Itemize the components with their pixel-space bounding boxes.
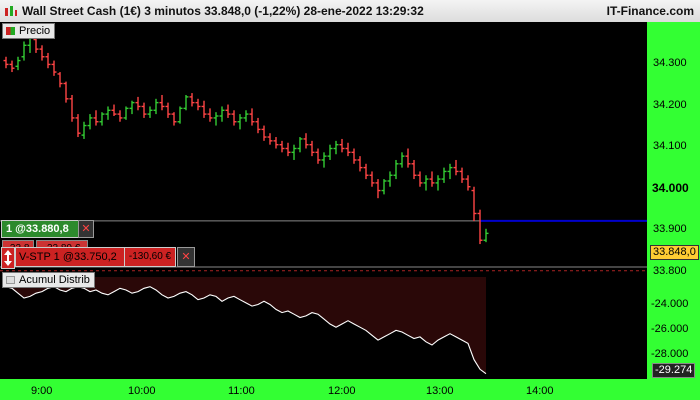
indicator-panel-label[interactable]: Acumul Distrib: [2, 272, 95, 288]
price-chart: [0, 33, 647, 375]
window-title: Wall Street Cash (1€) 3 minutos 33.848,0…: [22, 4, 424, 18]
stop-order-handle[interactable]: [1, 247, 15, 269]
scale-corner: [647, 379, 700, 400]
time-tick: 13:00: [426, 385, 454, 397]
time-tick: 12:00: [328, 385, 356, 397]
indicator-swatch-icon: [6, 276, 15, 284]
price-panel-label[interactable]: Precio: [2, 23, 56, 39]
price-tick: 34.100: [653, 140, 687, 152]
indicator-panel-label-text: Acumul Distrib: [19, 274, 90, 286]
indicator-tick: -28.000: [651, 348, 689, 360]
title-bar: Wall Street Cash (1€) 3 minutos 33.848,0…: [0, 0, 700, 23]
position-label: 1 @33.880,8: [6, 223, 69, 235]
chart-window-icon: [5, 6, 17, 16]
drag-arrows-icon: [4, 250, 12, 266]
stop-order-tag[interactable]: V-STP 1 @33.750,2: [15, 247, 125, 267]
position-tag[interactable]: 1 @33.880,8: [1, 220, 80, 238]
chart-style-icon: [6, 27, 15, 35]
cancel-stop-button[interactable]: ✕: [177, 247, 195, 267]
time-tick: 11:00: [228, 385, 255, 397]
time-tick: 14:00: [526, 385, 554, 397]
close-icon: ✕: [81, 223, 91, 235]
indicator-tick: -24.000: [651, 298, 689, 310]
price-panel-label-text: Precio: [19, 25, 51, 37]
chart-plot-area[interactable]: [0, 22, 647, 379]
indicator-fill: [6, 277, 486, 374]
brand-name: IT-Finance.com: [606, 4, 694, 18]
time-tick: 10:00: [128, 385, 156, 397]
stop-risk-value: -130,60 €: [128, 251, 172, 262]
close-icon: ✕: [181, 251, 191, 263]
indicator-last-value-badge: -29.274: [652, 363, 696, 378]
stop-order-risk: -130,60 €: [124, 247, 176, 267]
stop-order-label: V-STP 1 @33.750,2: [19, 251, 117, 263]
time-tick: 9:00: [31, 385, 53, 397]
price-tick: 34.000: [652, 181, 689, 195]
price-tick: 34.300: [653, 57, 687, 69]
price-tick: 33.800: [653, 265, 687, 277]
indicator-tick: -26.000: [651, 323, 689, 335]
last-price-badge: 33.848,0: [650, 245, 699, 260]
price-tick: 33.900: [653, 223, 687, 235]
price-tick: 34.200: [653, 99, 687, 111]
close-position-button[interactable]: ✕: [78, 220, 94, 238]
